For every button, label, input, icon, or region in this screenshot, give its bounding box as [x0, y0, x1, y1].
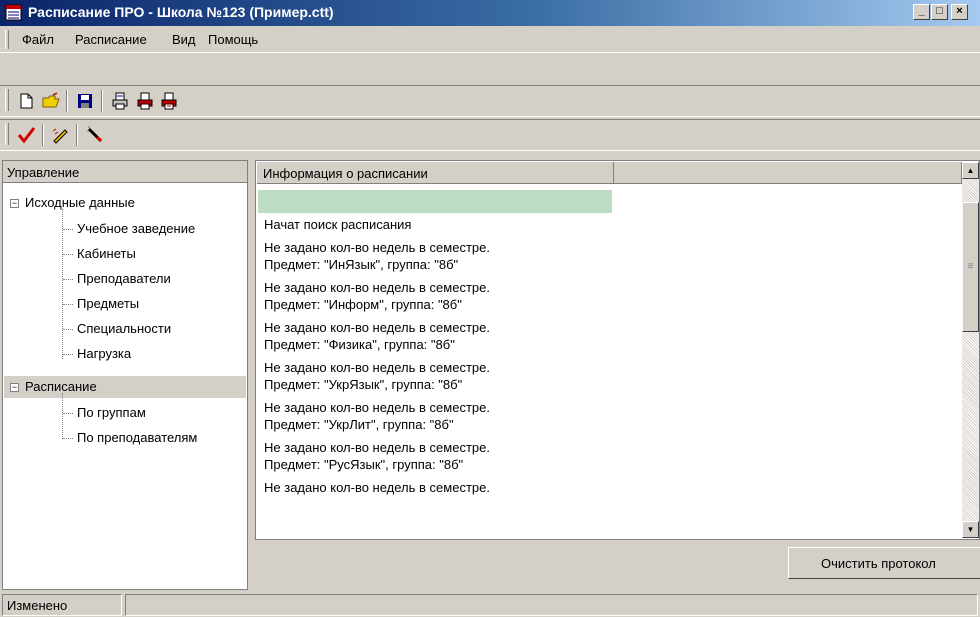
tree-connector — [63, 304, 73, 305]
menu-help[interactable]: Помощь — [208, 32, 258, 47]
tree-connector — [63, 329, 73, 330]
tree-connector — [63, 413, 73, 414]
title-bar[interactable]: Расписание ПРО - Школа №123 (Пример.ctt)… — [0, 0, 980, 26]
tree-connector — [63, 229, 73, 230]
log-line: Предмет: "УкрЯзык", группа: "8б" — [264, 377, 463, 392]
column-header-info[interactable]: Информация о расписании — [257, 162, 614, 184]
log-list: Начат поиск расписания Не задано кол-во н… — [264, 216, 954, 502]
tree-item-by-teachers[interactable]: По преподавателям — [77, 430, 197, 445]
tree-item-by-groups[interactable]: По группам — [77, 405, 146, 420]
tree-item-schedule[interactable]: Расписание — [25, 379, 97, 394]
status-panel — [125, 594, 978, 616]
log-entry[interactable]: Начат поиск расписания — [264, 216, 954, 233]
close-button[interactable]: × — [951, 4, 968, 20]
toolbar-file — [0, 85, 980, 117]
log-line: Не задано кол-во недель в семестре. — [264, 360, 490, 375]
checkmark-icon[interactable] — [16, 125, 36, 145]
log-line: Предмет: "Информ", группа: "8б" — [264, 297, 462, 312]
log-entry[interactable]: Не задано кол-во недель в семестре. Предм… — [264, 359, 954, 393]
tree-connector — [62, 393, 63, 439]
tree-connector — [63, 354, 73, 355]
log-entry[interactable]: Не задано кол-во недель в семестре. Предм… — [264, 279, 954, 313]
menu-schedule[interactable]: Расписание — [75, 32, 147, 47]
status-bar: Изменено — [0, 592, 980, 617]
log-line: Не задано кол-во недель в семестре. — [264, 240, 490, 255]
panel-splitter[interactable] — [248, 160, 254, 590]
collapse-icon[interactable]: − — [10, 383, 19, 392]
vertical-scrollbar[interactable]: ▲ ≡ ▼ — [962, 162, 979, 538]
menu-view[interactable]: Вид — [172, 32, 196, 47]
tree-item-source-data[interactable]: Исходные данные — [25, 195, 135, 210]
toolbar-schedule — [0, 119, 980, 151]
print-icon[interactable] — [110, 91, 130, 111]
tree-item-teachers[interactable]: Преподаватели — [77, 271, 171, 286]
log-entry[interactable]: Не задано кол-во недель в семестре. Предм… — [264, 319, 954, 353]
navigation-panel: Управление − Исходные данные Учебное зав… — [2, 160, 248, 590]
tree-item-workload[interactable]: Нагрузка — [77, 346, 131, 361]
log-line: Не задано кол-во недель в семестре. — [264, 400, 490, 415]
edit-pen-icon[interactable] — [50, 125, 70, 145]
minimize-button[interactable]: _ — [913, 4, 930, 20]
main-window: Расписание ПРО - Школа №123 (Пример.ctt)… — [0, 0, 980, 617]
print-red-icon[interactable] — [135, 91, 155, 111]
print-red-alt-icon[interactable] — [159, 91, 179, 111]
scroll-down-button[interactable]: ▼ — [962, 521, 979, 538]
tree-item-institution[interactable]: Учебное заведение — [77, 221, 195, 236]
log-panel: Информация о расписании Начат поиск расп… — [255, 160, 980, 540]
highlighted-row[interactable] — [258, 190, 612, 213]
tree-connector — [63, 279, 73, 280]
window-title: Расписание ПРО - Школа №123 (Пример.ctt) — [28, 4, 334, 20]
log-entry[interactable]: Не задано кол-во недель в семестре. — [264, 479, 954, 496]
tree-item-specialties[interactable]: Специальности — [77, 321, 171, 336]
maximize-button[interactable]: □ — [931, 4, 948, 20]
toolbar-grip — [5, 123, 9, 145]
status-modified: Изменено — [2, 594, 122, 616]
toolbar-separator — [66, 90, 68, 112]
clear-log-button[interactable]: Очистить протокол — [788, 547, 980, 579]
log-line: Не задано кол-во недель в семестре. — [264, 280, 490, 295]
app-icon — [5, 4, 22, 21]
panel-header: Управление — [3, 161, 247, 183]
menu-bar: Файл Расписание Вид Помощь — [0, 27, 980, 53]
log-line: Предмет: "РусЯзык", группа: "8б" — [264, 457, 464, 472]
log-line: Предмет: "ИнЯзык", группа: "8б" — [264, 257, 459, 272]
log-entry[interactable]: Не задано кол-во недель в семестре. Предм… — [264, 439, 954, 473]
menu-file[interactable]: Файл — [22, 32, 54, 47]
magic-wand-icon[interactable] — [85, 125, 105, 145]
log-line: Начат поиск расписания — [264, 217, 412, 232]
log-line: Предмет: "УкрЛит", группа: "8б" — [264, 417, 454, 432]
column-header-empty[interactable] — [614, 162, 962, 184]
tree-item-rooms[interactable]: Кабинеты — [77, 246, 136, 261]
log-entry[interactable]: Не задано кол-во недель в семестре. Предм… — [264, 239, 954, 273]
toolbar-separator — [76, 124, 78, 146]
open-folder-icon[interactable] — [41, 91, 61, 111]
tree-item-subjects[interactable]: Предметы — [77, 296, 139, 311]
collapse-icon[interactable]: − — [10, 199, 19, 208]
tree-connector — [63, 254, 73, 255]
tree-connector — [63, 438, 73, 439]
new-document-icon[interactable] — [16, 91, 36, 111]
scroll-up-button[interactable]: ▲ — [962, 162, 979, 179]
log-line: Предмет: "Физика", группа: "8б" — [264, 337, 455, 352]
log-line: Не задано кол-во недель в семестре. — [264, 320, 490, 335]
toolbar-separator — [42, 124, 44, 146]
log-line: Не задано кол-во недель в семестре. — [264, 480, 490, 495]
log-line: Не задано кол-во недель в семестре. — [264, 440, 490, 455]
save-icon[interactable] — [75, 91, 95, 111]
menu-grip — [5, 30, 9, 49]
log-entry[interactable]: Не задано кол-во недель в семестре. Предм… — [264, 399, 954, 433]
toolbar-separator — [101, 90, 103, 112]
scroll-thumb[interactable]: ≡ — [962, 202, 979, 332]
toolbar-grip — [5, 89, 9, 111]
tree-connector — [62, 209, 63, 359]
